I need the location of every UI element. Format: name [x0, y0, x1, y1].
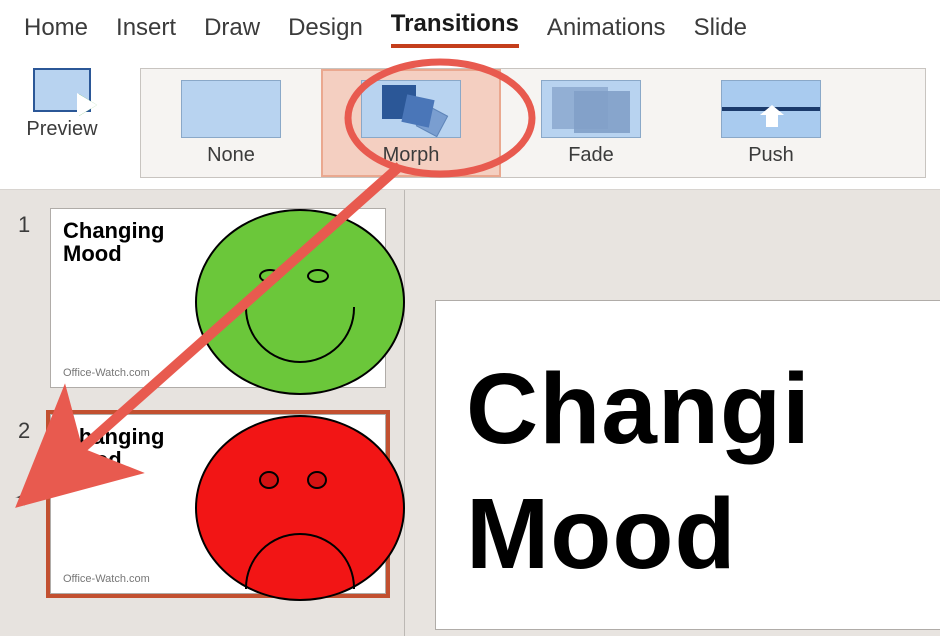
preview-label: Preview	[26, 118, 97, 141]
slide-2-thumbnail[interactable]: Changing Mood Office-Watch.com	[50, 414, 386, 594]
tab-animations[interactable]: Animations	[547, 14, 666, 48]
transition-none[interactable]: None	[141, 69, 321, 177]
transition-indicator-icon: ✦	[14, 484, 34, 513]
transition-morph-icon	[361, 80, 461, 138]
ribbon-tabs: Home Insert Draw Design Transitions Anim…	[0, 0, 940, 48]
tab-draw[interactable]: Draw	[204, 14, 260, 48]
preview-button[interactable]: Preview	[14, 68, 110, 141]
preview-icon	[33, 68, 91, 112]
workspace: 1 Changing Mood Office-Watch.com 2 ✦ Cha…	[0, 190, 940, 636]
transitions-gallery: None Morph Fade Push	[140, 68, 926, 178]
slide-1-footer: Office-Watch.com	[63, 367, 150, 379]
transition-none-icon	[181, 80, 281, 138]
slide-1-title: Changing Mood	[63, 219, 193, 265]
slide-canvas[interactable]: Changi Mood	[435, 300, 940, 630]
thumbnail-number: 2	[18, 414, 40, 444]
transition-push-icon	[721, 80, 821, 138]
sad-face-icon	[195, 415, 405, 601]
play-icon	[79, 94, 97, 116]
slide-2-footer: Office-Watch.com	[63, 573, 150, 585]
slide-title-text[interactable]: Changi Mood	[466, 347, 924, 597]
transition-fade[interactable]: Fade	[501, 69, 681, 177]
tab-home[interactable]: Home	[24, 14, 88, 48]
thumbnail-number: 1	[18, 208, 40, 238]
thumbnail-row-1: 1 Changing Mood Office-Watch.com	[18, 208, 386, 388]
transition-push[interactable]: Push	[681, 69, 861, 177]
slide-1-thumbnail[interactable]: Changing Mood Office-Watch.com	[50, 208, 386, 388]
transition-none-label: None	[207, 144, 255, 167]
transition-morph-label: Morph	[383, 144, 440, 167]
transition-fade-icon	[541, 80, 641, 138]
slide-thumbnail-panel: 1 Changing Mood Office-Watch.com 2 ✦ Cha…	[0, 190, 405, 636]
transition-fade-label: Fade	[568, 144, 614, 167]
tab-insert[interactable]: Insert	[116, 14, 176, 48]
slide-2-title: Changing Mood	[63, 425, 193, 471]
tab-slideshow[interactable]: Slide	[694, 14, 747, 48]
slide-editor[interactable]: Changi Mood	[405, 190, 940, 636]
transition-morph[interactable]: Morph	[321, 69, 501, 177]
happy-face-icon	[195, 209, 405, 395]
thumbnail-row-2: 2 ✦ Changing Mood Office-Watch.com	[18, 414, 386, 594]
transitions-ribbon: Preview None Morph Fade Push	[0, 48, 940, 190]
tab-transitions[interactable]: Transitions	[391, 10, 519, 48]
transition-push-label: Push	[748, 144, 794, 167]
tab-design[interactable]: Design	[288, 14, 363, 48]
